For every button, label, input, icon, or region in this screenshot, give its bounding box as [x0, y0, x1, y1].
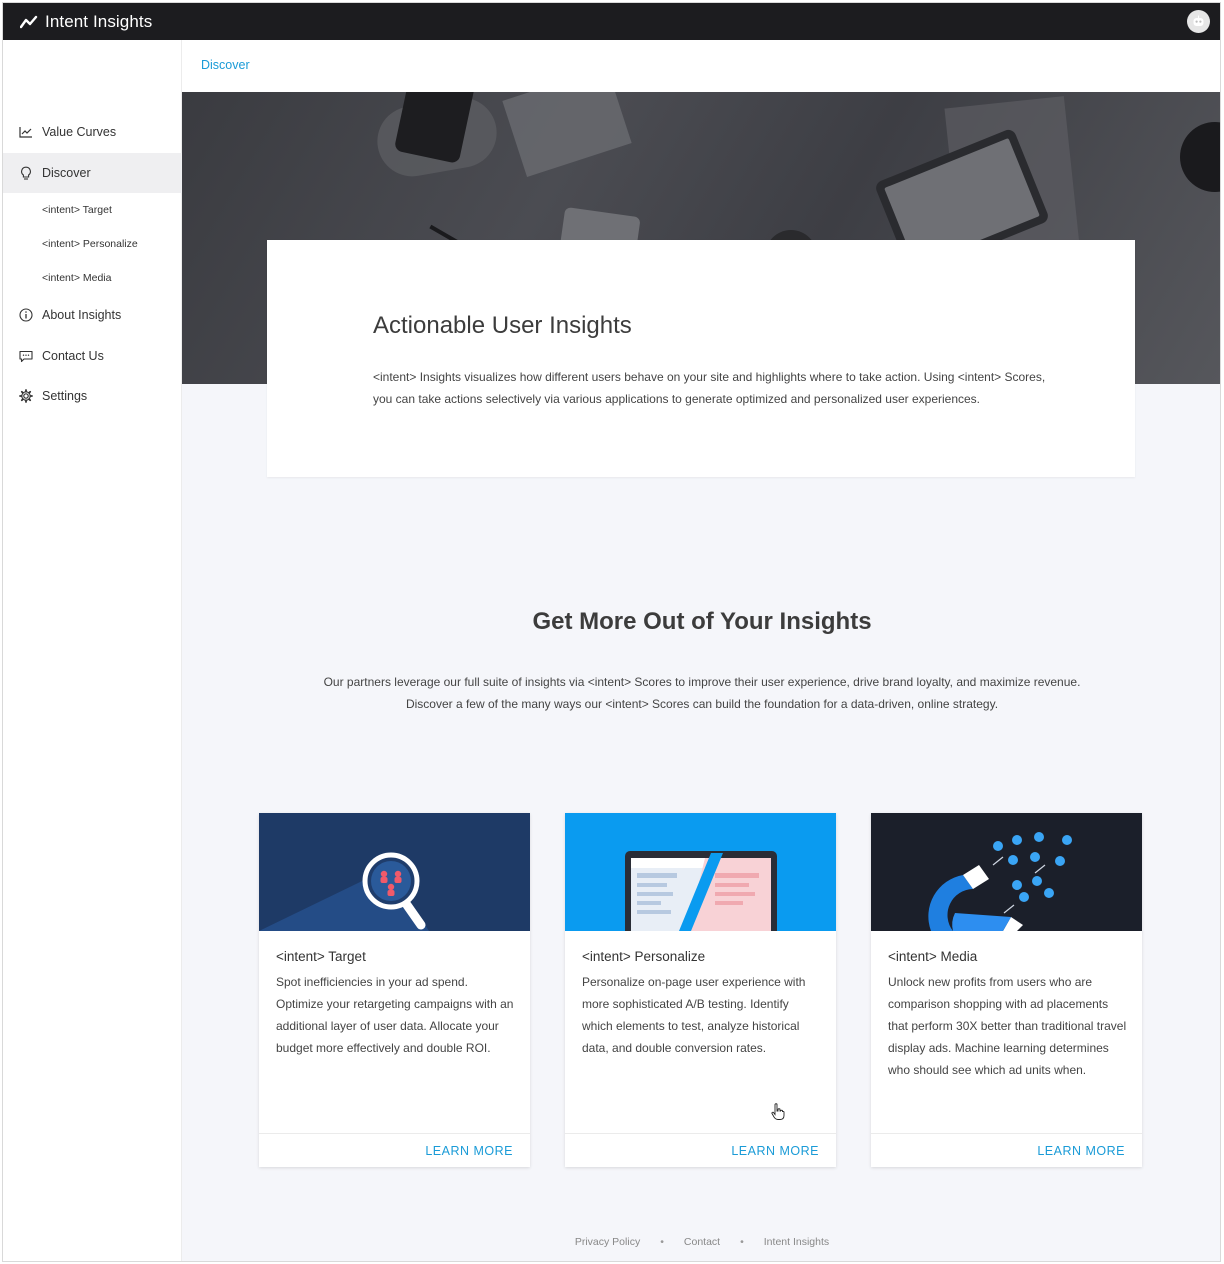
- footer-link-privacy[interactable]: Privacy Policy: [575, 1236, 640, 1248]
- card-footer: LEARN MORE: [565, 1133, 836, 1167]
- sidebar-item-settings[interactable]: Settings: [3, 376, 182, 416]
- card-text: Spot inefficiencies in your ad spend. Op…: [276, 975, 514, 1055]
- trend-line-icon: [20, 14, 38, 30]
- sidebar-item-label: Discover: [42, 166, 91, 180]
- ab-test-laptop-icon: [565, 813, 836, 931]
- intro-card: Actionable User Insights <intent> Insigh…: [267, 240, 1135, 477]
- footer-link-intent-insights[interactable]: Intent Insights: [764, 1236, 829, 1248]
- line-chart-icon: [18, 124, 34, 140]
- card-title: <intent> Target: [276, 949, 366, 964]
- breadcrumb-discover[interactable]: Discover: [201, 58, 250, 72]
- learn-more-button[interactable]: LEARN MORE: [1037, 1144, 1125, 1158]
- card-media: <intent> Media Unlock new profits from u…: [871, 813, 1142, 1167]
- card-text: Personalize on-page user experience with…: [582, 975, 806, 1055]
- footer: Privacy Policy • Contact • Intent Insights: [182, 1236, 1220, 1248]
- card-text: Unlock new profits from users who are co…: [888, 975, 1127, 1077]
- page-title: Actionable User Insights: [373, 312, 632, 339]
- magnifier-users-icon: [259, 813, 530, 931]
- hand-cursor-icon: [771, 1103, 785, 1121]
- card-footer: LEARN MORE: [259, 1133, 530, 1167]
- robot-avatar-icon[interactable]: [1187, 10, 1210, 33]
- app-title[interactable]: Intent Insights: [45, 12, 152, 32]
- footer-separator: •: [660, 1236, 664, 1248]
- sidebar-subitem-media[interactable]: <intent> Media: [42, 272, 111, 284]
- card-personalize: <intent> Personalize Personalize on-page…: [565, 813, 836, 1167]
- sidebar-item-label: Value Curves: [42, 125, 117, 139]
- section-description: Our partners leverage our full suite of …: [182, 671, 1220, 715]
- hero-paper-shape: [502, 92, 632, 178]
- sidebar-subitem-target[interactable]: <intent> Target: [42, 204, 112, 216]
- hero-cup-shape: [1180, 122, 1220, 192]
- sidebar-subitem-personalize[interactable]: <intent> Personalize: [42, 238, 138, 250]
- sidebar-item-contact-us[interactable]: Contact Us: [3, 336, 182, 376]
- card-title: <intent> Personalize: [582, 949, 706, 964]
- sidebar: Value Curves Discover <intent> Target <i…: [3, 40, 182, 1261]
- sidebar-item-label: Settings: [42, 389, 88, 403]
- top-bar: Intent Insights: [3, 3, 1220, 40]
- footer-separator: •: [740, 1236, 744, 1248]
- chat-icon: [18, 348, 34, 364]
- info-icon: [18, 307, 34, 323]
- app-window: Intent Insights Value Curves Discover <i…: [2, 2, 1221, 1262]
- lightbulb-icon: [18, 165, 34, 181]
- magnet-users-icon: [871, 813, 1142, 931]
- learn-more-button[interactable]: LEARN MORE: [731, 1144, 819, 1158]
- intro-text: <intent> Insights visualizes how differe…: [373, 370, 1046, 406]
- section-line: Our partners leverage our full suite of …: [323, 675, 1081, 689]
- card-footer: LEARN MORE: [871, 1133, 1142, 1167]
- sidebar-item-discover[interactable]: Discover: [3, 153, 182, 193]
- card-target: <intent> Target Spot inefficiencies in y…: [259, 813, 530, 1167]
- section-title: Get More Out of Your Insights: [532, 608, 872, 635]
- breadcrumb: Discover: [182, 40, 1220, 92]
- card-title: <intent> Media: [888, 949, 978, 964]
- sidebar-item-label: About Insights: [42, 308, 122, 322]
- learn-more-button[interactable]: LEARN MORE: [425, 1144, 513, 1158]
- sidebar-item-label: Contact Us: [42, 349, 104, 363]
- section-line: Discover a few of the many ways our <int…: [405, 697, 999, 711]
- sidebar-item-about-insights[interactable]: About Insights: [3, 295, 182, 335]
- sidebar-item-value-curves[interactable]: Value Curves: [3, 112, 182, 152]
- gear-icon: [18, 388, 34, 404]
- footer-link-contact[interactable]: Contact: [684, 1236, 720, 1248]
